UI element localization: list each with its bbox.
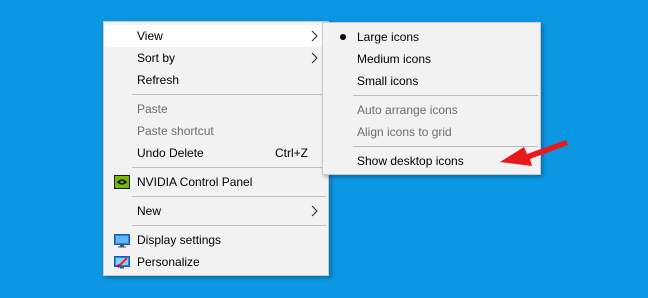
bullet-icon — [340, 34, 346, 40]
submenu-item-show-desktop-icons[interactable]: Show desktop icons — [323, 150, 540, 172]
menu-item-label: Large icons — [357, 30, 420, 44]
menu-item-label: New — [137, 204, 162, 218]
submenu-item-small-icons[interactable]: Small icons — [323, 70, 540, 92]
menu-item-view[interactable]: View — [104, 25, 328, 47]
menu-item-label: Undo Delete — [137, 146, 204, 160]
menu-item-paste[interactable]: Paste — [104, 98, 328, 120]
menu-separator — [132, 167, 326, 168]
menu-item-label: Small icons — [357, 74, 419, 88]
menu-item-label: Sort by — [137, 51, 176, 65]
menu-item-label: Paste shortcut — [137, 124, 214, 138]
menu-item-label: Align icons to grid — [357, 125, 452, 139]
submenu-item-align-icons-to-grid[interactable]: Align icons to grid — [323, 121, 540, 143]
submenu-item-auto-arrange-icons[interactable]: Auto arrange icons — [323, 99, 540, 121]
menu-item-label: Medium icons — [357, 52, 432, 66]
menu-item-label: Paste — [137, 102, 168, 116]
menu-item-sort-by[interactable]: Sort by — [104, 47, 328, 69]
menu-item-nvidia-control-panel[interactable]: NVIDIA Control Panel — [104, 171, 328, 193]
menu-item-label: Display settings — [137, 233, 222, 247]
menu-item-display-settings[interactable]: Display settings — [104, 229, 328, 251]
view-submenu: Large icons Medium icons Small icons Aut… — [322, 22, 541, 175]
desktop-context-menu: View Sort by Refresh Paste Paste shortcu… — [103, 21, 329, 276]
menu-separator — [353, 146, 538, 147]
menu-separator — [132, 196, 326, 197]
menu-item-personalize[interactable]: Personalize — [104, 251, 328, 273]
menu-item-label: Show desktop icons — [357, 154, 464, 168]
menu-item-label: NVIDIA Control Panel — [137, 175, 253, 189]
menu-item-label: Refresh — [137, 73, 180, 87]
personalize-icon — [114, 256, 130, 269]
menu-item-undo-delete[interactable]: Undo Delete Ctrl+Z — [104, 142, 328, 164]
monitor-icon — [114, 234, 130, 248]
menu-item-new[interactable]: New — [104, 200, 328, 222]
menu-item-label: Personalize — [137, 255, 200, 269]
chevron-right-icon — [311, 205, 318, 217]
menu-item-label: View — [137, 29, 163, 43]
submenu-item-medium-icons[interactable]: Medium icons — [323, 48, 540, 70]
keyboard-shortcut: Ctrl+Z — [275, 146, 308, 160]
menu-item-paste-shortcut[interactable]: Paste shortcut — [104, 120, 328, 142]
menu-separator — [353, 95, 538, 96]
menu-separator — [132, 94, 326, 95]
chevron-right-icon — [311, 52, 318, 64]
menu-item-label: Auto arrange icons — [357, 103, 458, 117]
submenu-item-large-icons[interactable]: Large icons — [323, 26, 540, 48]
chevron-right-icon — [311, 30, 318, 42]
menu-separator — [132, 225, 326, 226]
menu-item-refresh[interactable]: Refresh — [104, 69, 328, 91]
nvidia-logo-icon — [114, 175, 130, 189]
